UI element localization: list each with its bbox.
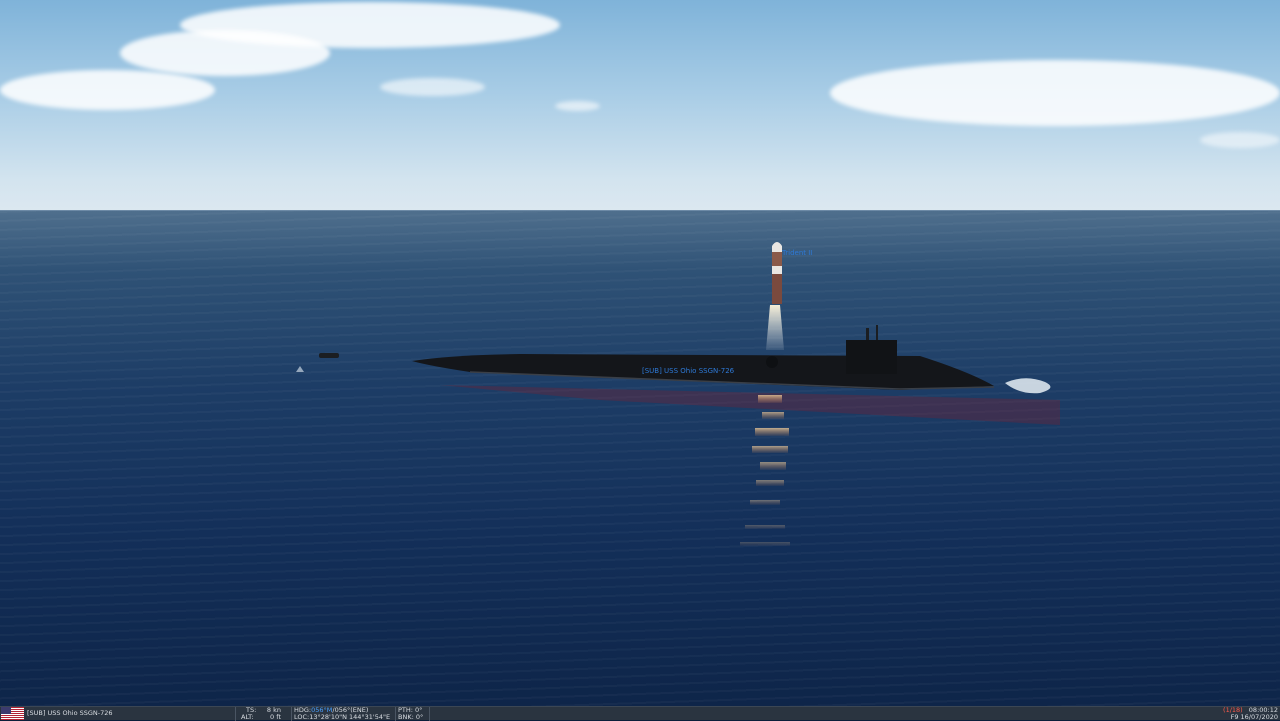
small-boat bbox=[319, 353, 339, 358]
trident-missile bbox=[772, 242, 782, 304]
wake-spray bbox=[1005, 378, 1051, 394]
missile-hatch bbox=[766, 356, 778, 368]
us-flag-icon bbox=[1, 707, 24, 720]
missile-label: Trident II bbox=[782, 249, 813, 257]
submarine-mast bbox=[866, 328, 869, 340]
small-splash bbox=[296, 366, 304, 372]
submarine-mast bbox=[876, 325, 878, 340]
game-viewport[interactable]: Trident II [SUB] USS Ohio SSGN-726 bbox=[0, 0, 1280, 720]
speed-altitude-cell: TS: 8 kn ALT: 0 ft bbox=[236, 707, 292, 721]
time-cell: (1/18) 08:00:12 F9 16/07/2020 bbox=[1218, 707, 1278, 721]
heading-location-cell: HDG:056°M/056°(ENE) LOC:13°28'10"N 144°3… bbox=[292, 707, 396, 721]
unit-cell[interactable]: [SUB] USS Ohio SSGN-726 bbox=[0, 707, 236, 721]
status-bar: [SUB] USS Ohio SSGN-726 TS: 8 kn ALT: 0 … bbox=[0, 706, 1280, 721]
light-reflection bbox=[740, 395, 790, 546]
launch-plume bbox=[766, 305, 784, 350]
submarine-label: [SUB] USS Ohio SSGN-726 bbox=[642, 367, 735, 375]
launch-glow-reflection bbox=[440, 385, 1060, 425]
unit-name: [SUB] USS Ohio SSGN-726 bbox=[27, 709, 113, 717]
attitude-cell: PTH: 0° BNK: 0° bbox=[396, 707, 430, 721]
submarine-sail bbox=[846, 340, 897, 374]
scene-objects bbox=[296, 242, 1060, 546]
